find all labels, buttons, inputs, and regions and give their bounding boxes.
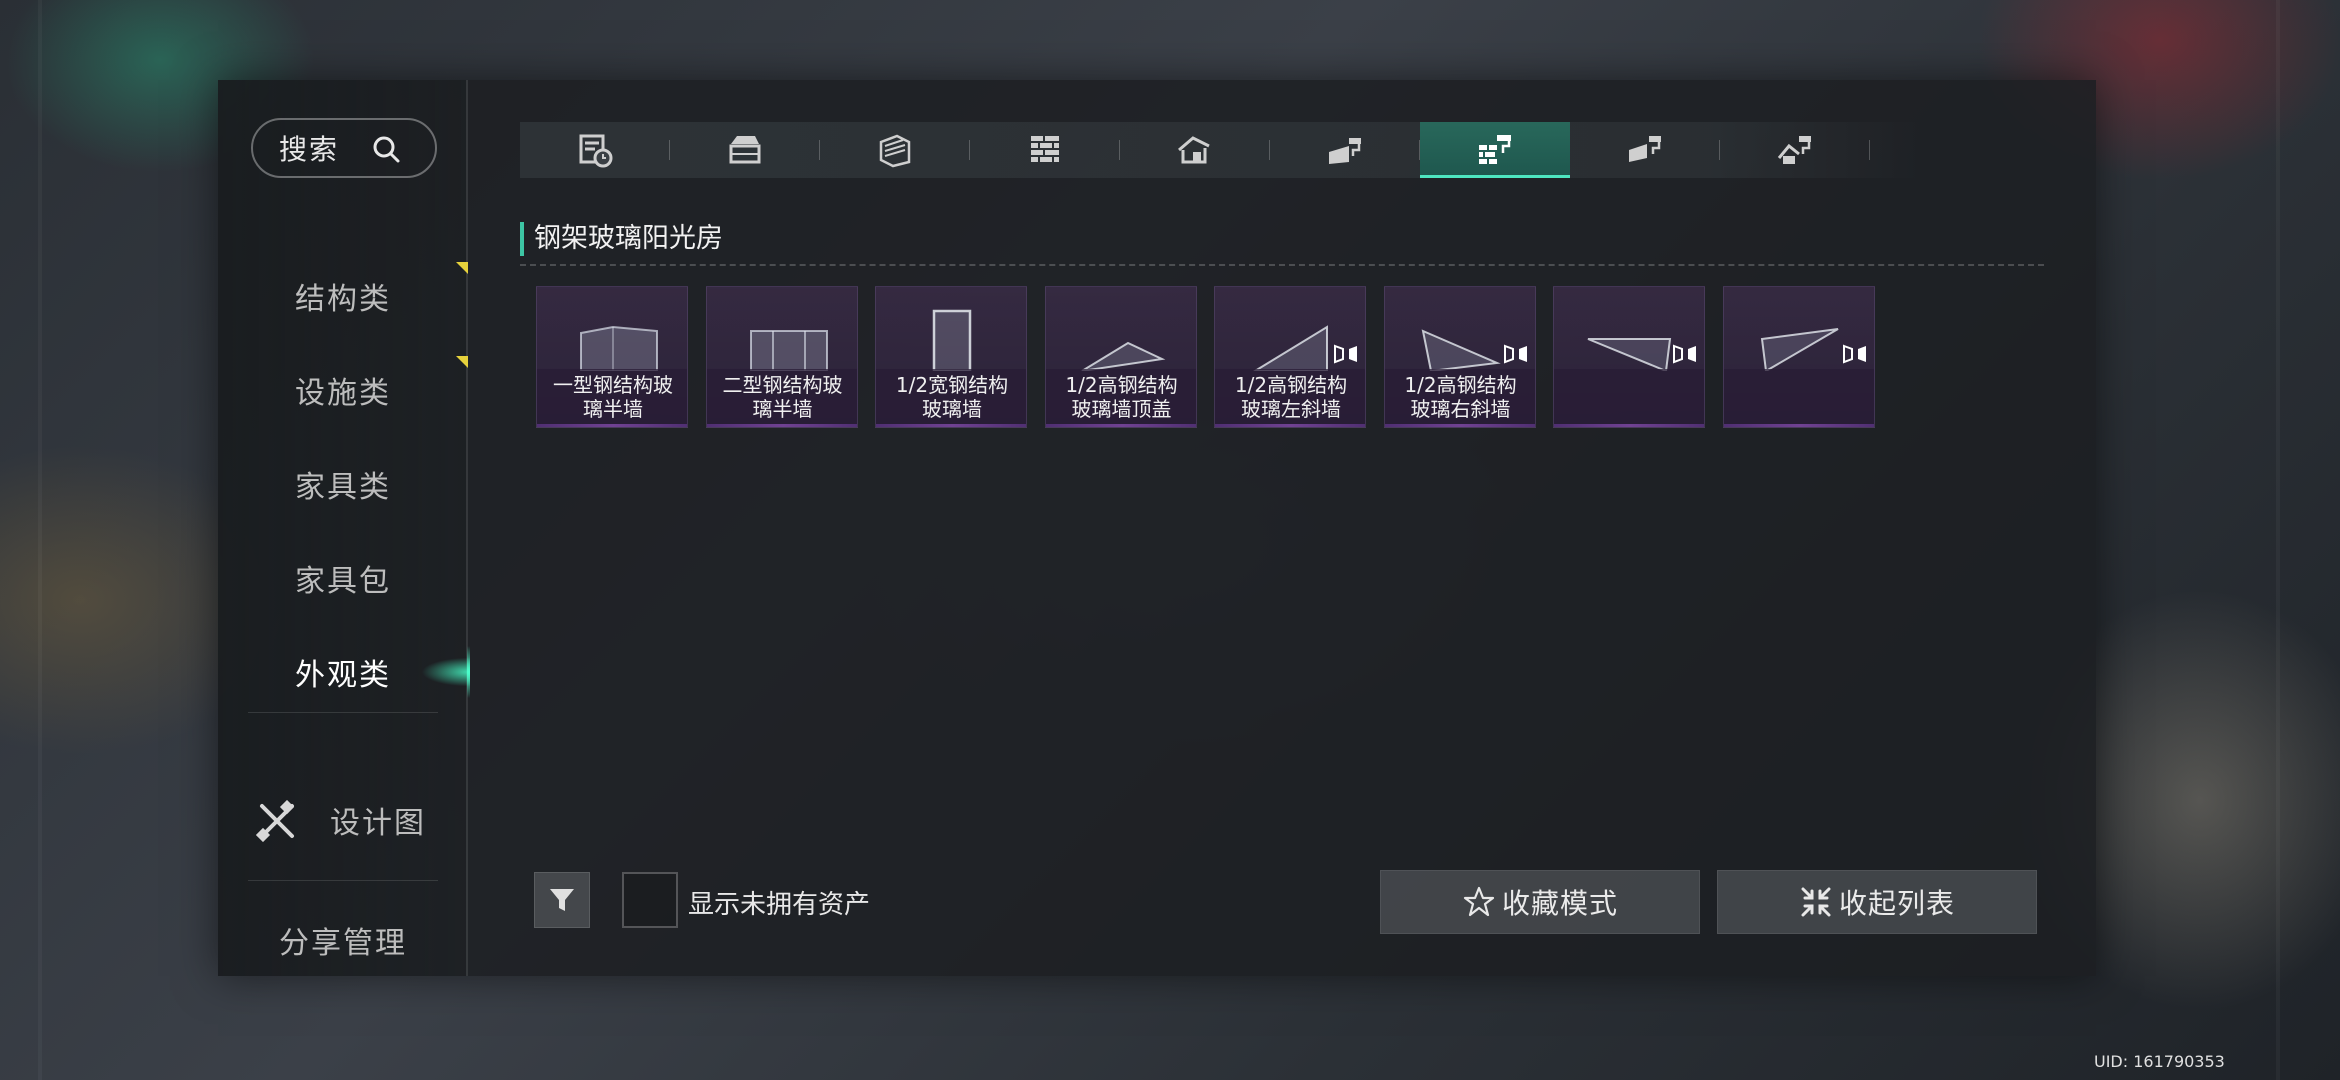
background-pillar [2276,0,2280,1080]
paint-wall-icon [1329,138,1361,164]
list-item[interactable]: 1/2高钢结构 玻璃左斜墙 [1214,286,1366,428]
rarity-bar [537,424,687,427]
rarity-bar [1554,424,1704,427]
item-name: 一型钢结构玻 璃半墙 [537,369,687,427]
show-unowned-label: 显示未拥有资产 [688,890,871,920]
brick-wall-icon [1031,136,1059,162]
new-flag-icon [456,356,468,368]
mirror-symmetry-icon [1503,344,1527,364]
tab-brick-wall[interactable] [970,122,1120,178]
favorite-mode-label: 收藏模式 [1501,887,1618,920]
search-label: 搜索 [279,133,340,166]
sidebar-item-label: 结构类 [295,282,391,317]
list-item[interactable]: 1/2宽钢结构 玻璃墙 [875,286,1027,428]
rarity-bar [876,424,1026,427]
tab-wall-panel[interactable] [820,122,970,178]
tab-roller-wall[interactable] [1570,122,1720,178]
uid-label: UID: 161790353 [2094,1052,2225,1071]
search-icon [373,136,400,163]
sidebar-item-facilities[interactable]: 设施类 [218,350,468,430]
list-item[interactable]: 一型钢结构玻 璃半墙 [536,286,688,428]
glass-half-wall-2-icon [749,330,828,371]
star-icon [1463,886,1495,917]
show-unowned-checkbox[interactable] [622,872,678,928]
sidebar-item-furniture[interactable]: 家具类 [218,444,468,524]
item-name: 1/2高钢结构 玻璃右斜墙 [1384,369,1535,427]
search-button[interactable]: 搜索 [251,118,437,178]
house-roof-icon [1178,136,1210,164]
sidebar-item-label: 家具类 [295,470,391,505]
list-item[interactable]: 二型钢结构玻 璃半墙 [705,286,858,428]
list-item[interactable]: 1/2高钢结构 玻璃右斜墙 [1383,286,1536,428]
divider [248,712,438,713]
wall-panel-icon [879,134,911,168]
sidebar-item-design[interactable]: 设计图 [218,780,468,860]
roller-roof-icon [1777,136,1811,164]
rarity-bar [1215,424,1365,427]
collapse-list-label: 收起列表 [1838,887,1955,920]
glass-half-wall-icon [580,325,658,371]
sidebar-item-label: 设施类 [295,376,391,411]
blueprint-clock-icon [579,134,613,168]
filter-button[interactable] [534,872,590,928]
section-divider [520,264,2044,266]
list-item[interactable]: 1/2高钢结构 玻璃墙顶盖 [1044,286,1197,428]
item-name: 1/2高钢结构 玻璃左斜墙 [1215,369,1365,427]
list-item[interactable] [1722,286,1875,428]
item-grid: 一型钢结构玻 璃半墙 二型钢结构玻 璃半墙 1/2宽钢结构 玻璃墙 1/2高钢结… [536,286,1892,428]
sidebar-item-label: 分享管理 [279,926,407,961]
category-sidebar: 搜索 结构类 设施类 家具类 家具包 外观类 设计图 分享管理 [218,80,470,976]
tab-roller-roof[interactable] [1720,122,1870,178]
active-glow [380,642,470,702]
rarity-bar [706,424,857,427]
section-title: 钢架玻璃阳光房 [520,222,723,256]
active-indicator [467,646,470,698]
sidebar-item-structure[interactable]: 结构类 [218,256,468,336]
tab-storage[interactable] [670,122,820,178]
rarity-bar [1723,424,1874,427]
storage-box-icon [729,136,761,164]
item-name [1554,369,1704,427]
sidebar-item-appearance[interactable]: 外观类 [218,632,470,712]
item-name: 二型钢结构玻 璃半墙 [706,369,857,427]
glass-narrow-wall-icon [932,309,972,371]
item-name: 1/2宽钢结构 玻璃墙 [876,369,1026,427]
design-tools-icon [256,800,295,842]
filter-icon [550,889,574,911]
glass-top-cap-icon [1080,341,1165,371]
collapse-icon [1801,887,1831,917]
tab-brick-roller[interactable] [1420,122,1570,178]
tab-house-roof[interactable] [1120,122,1270,178]
background-pillar [38,0,42,1080]
sidebar-item-furniture-pack[interactable]: 家具包 [218,538,468,618]
roller-wall-icon [1629,136,1661,162]
collapse-list-button[interactable]: 收起列表 [1717,870,2037,934]
tab-blueprint[interactable] [520,122,670,178]
mirror-symmetry-icon [1334,344,1357,364]
subcategory-tabs [520,122,1920,178]
rarity-bar [1045,424,1196,427]
favorite-mode-button[interactable]: 收藏模式 [1380,870,1700,934]
list-item[interactable] [1553,286,1705,428]
tab-separator [1869,140,1870,160]
mirror-symmetry-icon [1673,344,1696,364]
build-menu-panel: 搜索 结构类 设施类 家具类 家具包 外观类 设计图 分享管理 钢架玻璃阳光房 … [218,80,2096,976]
mirror-symmetry-icon [1842,344,1866,364]
divider [248,880,438,881]
sidebar-item-label: 家具包 [295,564,391,599]
item-name: 1/2高钢结构 玻璃墙顶盖 [1045,369,1196,427]
sidebar-item-label: 外观类 [295,658,391,693]
new-flag-icon [456,262,468,274]
sidebar-item-label: 设计图 [330,806,426,841]
tab-paint-wall[interactable] [1270,122,1420,178]
rarity-bar [1384,424,1535,427]
item-name [1723,369,1874,427]
sidebar-item-share-management[interactable]: 分享管理 [218,900,468,980]
brick-roller-icon [1479,134,1511,164]
